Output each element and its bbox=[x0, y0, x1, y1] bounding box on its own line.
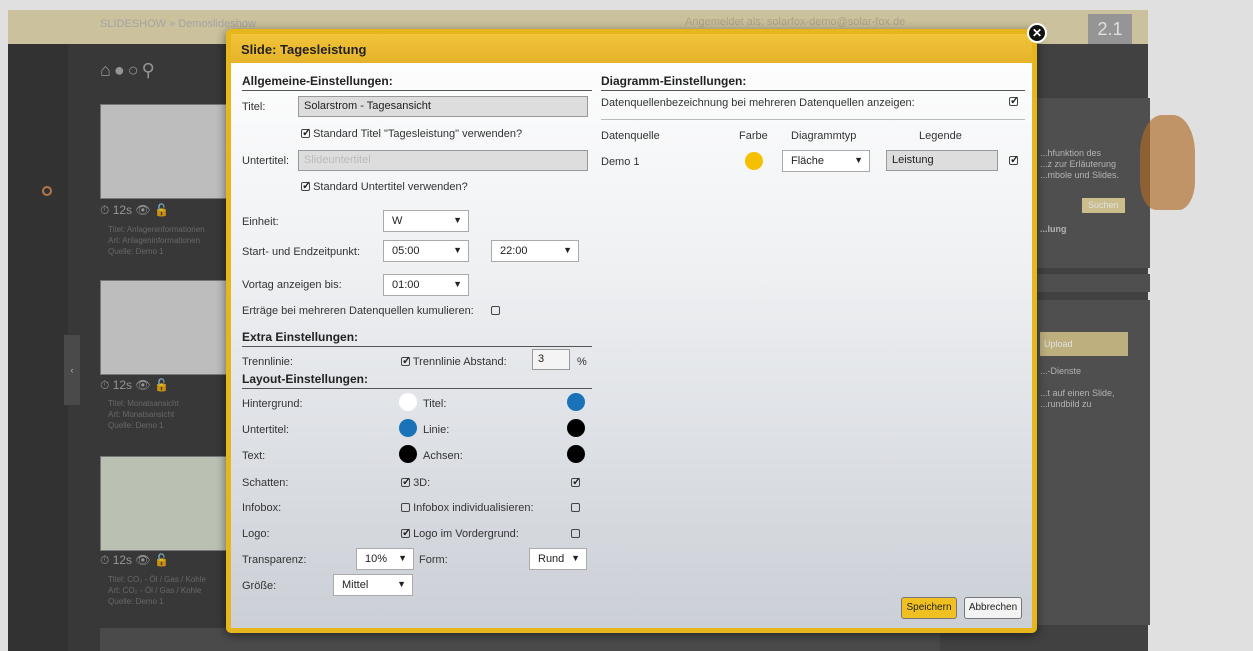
chevron-down-icon: ▼ bbox=[453, 245, 462, 255]
unit-label: Einheit: bbox=[242, 216, 279, 228]
background-label: Hintergrund: bbox=[242, 398, 303, 410]
chevron-down-icon: ▼ bbox=[397, 579, 406, 589]
divider bbox=[601, 119, 1025, 120]
column-legend: Legende bbox=[919, 130, 962, 142]
series-enabled-checkbox[interactable] bbox=[1009, 153, 1019, 166]
cumulate-label: Erträge bei mehreren Datenquellen kumuli… bbox=[242, 305, 474, 317]
chevron-down-icon: ▼ bbox=[398, 553, 407, 563]
text-color-swatch[interactable] bbox=[399, 445, 417, 463]
axes-color-label: Achsen: bbox=[423, 450, 463, 462]
divider-distance-input[interactable]: 3 bbox=[532, 349, 570, 370]
checkbox-icon[interactable] bbox=[401, 354, 411, 367]
logo-checkbox[interactable]: Logo im Vordergrund: bbox=[401, 526, 519, 540]
section-general: Allgemeine-Einstellungen: bbox=[242, 74, 592, 91]
start-time-select[interactable]: 05:00 ▼ bbox=[383, 240, 469, 262]
divider-checkbox[interactable]: Trennlinie Abstand: bbox=[401, 354, 507, 368]
subtitle-input[interactable]: Slideuntertitel bbox=[298, 150, 588, 171]
column-color: Farbe bbox=[739, 130, 768, 142]
form-label: Form: bbox=[419, 554, 448, 566]
title-color-label: Titel: bbox=[423, 398, 447, 410]
show-source-names-checkbox[interactable] bbox=[1009, 94, 1019, 107]
subtitle-label: Untertitel: bbox=[242, 155, 290, 167]
chevron-down-icon: ▼ bbox=[453, 279, 462, 289]
subtitle-color-label: Untertitel: bbox=[242, 424, 290, 436]
prevday-label: Vortag anzeigen bis: bbox=[242, 279, 342, 291]
cumulate-checkbox[interactable] bbox=[491, 306, 500, 315]
line-color-label: Linie: bbox=[423, 424, 450, 436]
percent-label: % bbox=[577, 356, 587, 368]
checkbox-icon[interactable] bbox=[401, 503, 410, 512]
infobox-checkbox[interactable]: Infobox individualisieren: bbox=[401, 502, 534, 514]
end-time-select[interactable]: 22:00 ▼ bbox=[491, 240, 579, 262]
shadow-label: Schatten: bbox=[242, 477, 289, 489]
divider-label: Trennlinie: bbox=[242, 356, 293, 368]
section-layout: Layout-Einstellungen: bbox=[242, 372, 592, 389]
size-label: Größe: bbox=[242, 580, 277, 592]
save-button[interactable]: Speichern bbox=[901, 597, 957, 619]
column-datasource: Datenquelle bbox=[601, 130, 660, 142]
chevron-down-icon: ▼ bbox=[571, 553, 580, 563]
subtitle-color-swatch[interactable] bbox=[399, 419, 417, 437]
infobox-label: Infobox: bbox=[242, 502, 282, 514]
line-color-swatch[interactable] bbox=[567, 419, 585, 437]
cancel-button[interactable]: Abbrechen bbox=[964, 597, 1022, 619]
legend-input[interactable]: Leistung bbox=[886, 150, 998, 171]
show-source-names-label: Datenquellenbezeichnung bei mehreren Dat… bbox=[601, 97, 915, 109]
title-input[interactable]: Solarstrom - Tagesansicht bbox=[298, 96, 588, 117]
checkbox-icon[interactable] bbox=[301, 179, 311, 192]
datasource-name: Demo 1 bbox=[601, 156, 640, 168]
axes-color-swatch[interactable] bbox=[567, 445, 585, 463]
chevron-down-icon: ▼ bbox=[453, 215, 462, 225]
shadow-checkbox[interactable]: 3D: bbox=[401, 475, 430, 489]
slide-settings-dialog: Slide: Tagesleistung Allgemeine-Einstell… bbox=[226, 29, 1037, 633]
infobox-custom-checkbox[interactable] bbox=[571, 503, 580, 512]
section-diagram: Diagramm-Einstellungen: bbox=[601, 74, 1025, 91]
column-charttype: Diagrammtyp bbox=[791, 130, 857, 142]
threed-checkbox[interactable] bbox=[571, 475, 581, 488]
dialog-title: Slide: Tagesleistung bbox=[231, 34, 1032, 63]
logo-label: Logo: bbox=[242, 528, 270, 540]
size-select[interactable]: Mittel ▼ bbox=[333, 574, 413, 596]
transparency-select[interactable]: 10% ▼ bbox=[356, 548, 414, 570]
chart-type-select[interactable]: Fläche ▼ bbox=[782, 150, 870, 172]
checkbox-icon[interactable] bbox=[401, 526, 411, 539]
title-color-swatch[interactable] bbox=[567, 393, 585, 411]
close-icon[interactable]: ✕ bbox=[1027, 23, 1047, 43]
background-color-swatch[interactable] bbox=[399, 393, 417, 411]
form-select[interactable]: Rund ▼ bbox=[529, 548, 587, 570]
checkbox-icon[interactable] bbox=[401, 475, 411, 488]
title-label: Titel: bbox=[242, 101, 266, 113]
series-color-swatch[interactable] bbox=[745, 152, 763, 170]
std-title-checkbox[interactable]: Standard Titel "Tagesleistung" verwenden… bbox=[301, 126, 522, 140]
prevday-select[interactable]: 01:00 ▼ bbox=[383, 274, 469, 296]
unit-select[interactable]: W ▼ bbox=[383, 210, 469, 232]
chevron-down-icon: ▼ bbox=[854, 155, 863, 165]
logo-front-checkbox[interactable] bbox=[571, 529, 580, 538]
chevron-down-icon: ▼ bbox=[563, 245, 572, 255]
startend-label: Start- und Endzeitpunkt: bbox=[242, 246, 361, 258]
text-color-label: Text: bbox=[242, 450, 266, 462]
transparency-label: Transparenz: bbox=[242, 554, 307, 566]
checkbox-icon[interactable] bbox=[301, 126, 311, 139]
std-subtitle-checkbox[interactable]: Standard Untertitel verwenden? bbox=[301, 179, 468, 193]
section-extra: Extra Einstellungen: bbox=[242, 330, 592, 347]
